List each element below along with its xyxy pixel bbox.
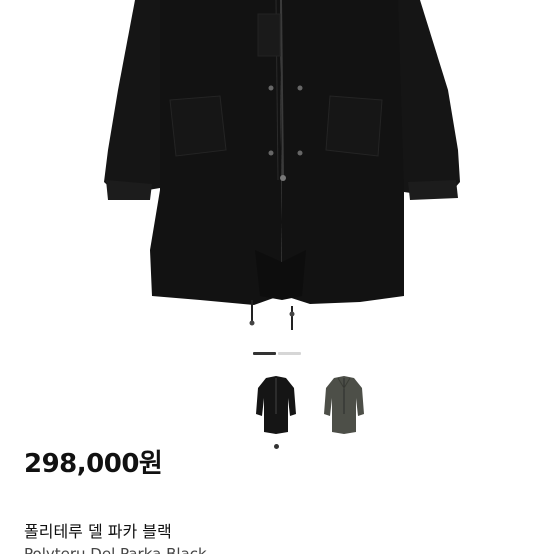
color-variant-thumbnails (252, 374, 368, 438)
product-subtitle: Polyteru Del Parka Black (24, 545, 207, 554)
pager-segment-2[interactable] (278, 352, 301, 355)
product-main-image[interactable] (0, 0, 554, 340)
product-price: 298,000원 (24, 449, 163, 479)
parka-coat-image (104, 0, 460, 330)
selected-variant-indicator (274, 444, 279, 449)
image-pager[interactable] (253, 352, 301, 356)
thumbnail-black[interactable] (252, 374, 300, 438)
olive-parka-icon (324, 376, 364, 434)
thumbnail-olive-gray[interactable] (320, 374, 368, 438)
black-parka-icon (256, 376, 296, 434)
pager-segment-1[interactable] (253, 352, 276, 355)
product-name: 폴리테루 델 파카 블랙 (24, 522, 172, 541)
